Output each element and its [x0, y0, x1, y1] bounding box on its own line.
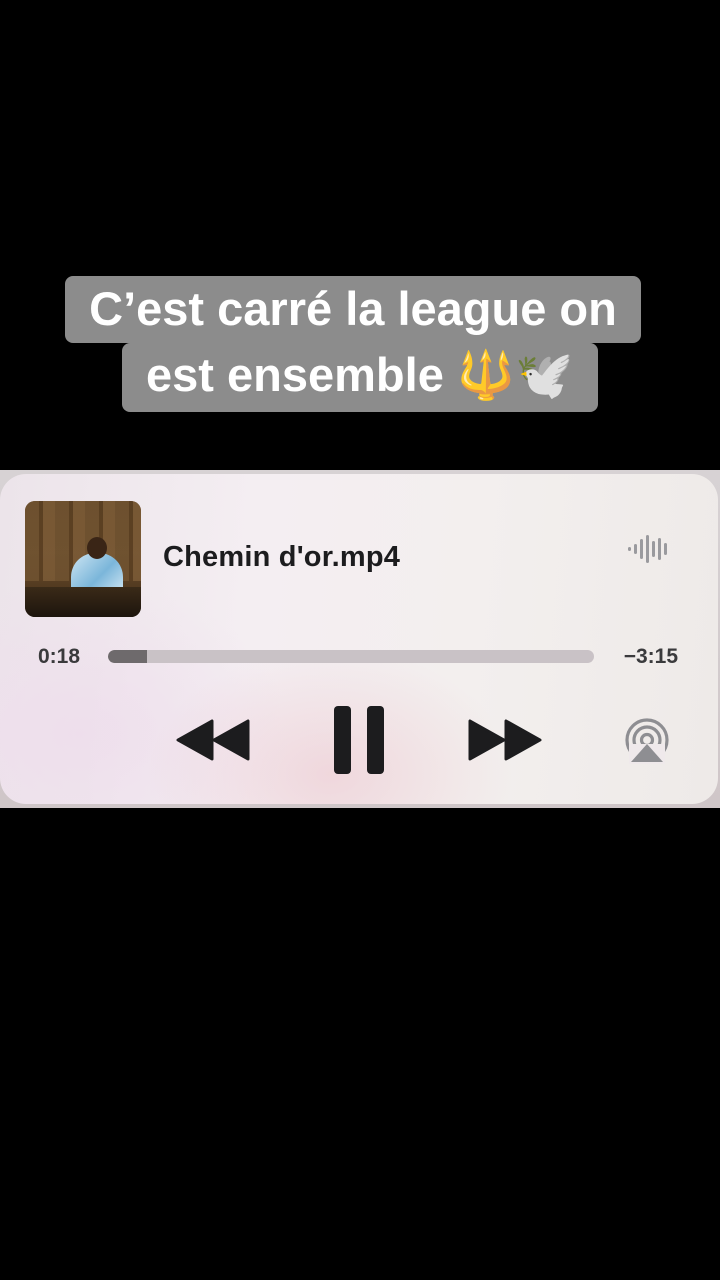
caption-overlay: C’est carré la league on est ensemble 🔱🕊…	[0, 276, 720, 412]
rewind-button[interactable]	[176, 719, 250, 761]
artwork-figure-head	[87, 537, 107, 559]
rewind-icon	[176, 719, 250, 761]
elapsed-time: 0:18	[38, 645, 81, 668]
track-title: Chemin d'or.mp4	[163, 541, 401, 573]
artwork-table	[25, 587, 141, 617]
airplay-button[interactable]	[623, 718, 671, 764]
airplay-icon	[625, 718, 669, 764]
remaining-time: −3:15	[623, 645, 678, 668]
fast-forward-button[interactable]	[468, 719, 542, 761]
caption-line-2: est ensemble 🔱🕊️	[122, 343, 598, 412]
album-artwork[interactable]	[25, 501, 141, 617]
progress-scrubber[interactable]	[108, 650, 594, 663]
waveform-icon	[628, 535, 667, 563]
fast-forward-icon	[468, 719, 542, 761]
screen: C’est carré la league on est ensemble 🔱🕊…	[0, 0, 720, 1280]
progress-fill	[108, 650, 147, 663]
pause-button[interactable]	[332, 705, 386, 775]
caption-line-1: C’est carré la league on	[65, 276, 641, 343]
pause-icon	[334, 706, 384, 774]
